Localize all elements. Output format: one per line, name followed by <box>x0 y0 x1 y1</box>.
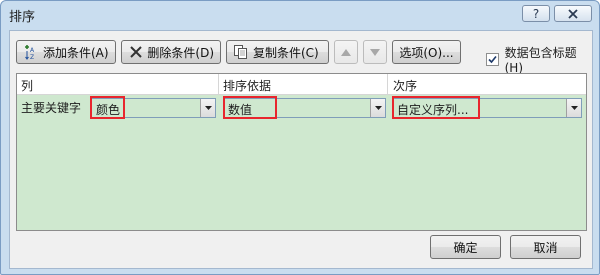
add-level-icon: A Z <box>23 44 39 60</box>
dialog-title: 排序 <box>9 10 36 25</box>
question-mark-icon: ? <box>532 6 540 21</box>
highlight-box-order <box>392 96 480 119</box>
sort-levels-grid: 列 排序依据 次序 主要关键字 颜色 数值 自定义序列... <box>16 73 587 231</box>
options-label: 选项(O)... <box>399 45 454 60</box>
x-delete-icon <box>128 44 143 60</box>
options-button[interactable]: 选项(O)... <box>392 40 461 64</box>
column-divider <box>387 74 388 94</box>
copy-level-label: 复制条件(C) <box>253 45 319 60</box>
triangle-down-icon <box>370 45 380 59</box>
cancel-button[interactable]: 取消 <box>510 235 581 259</box>
row-label: 主要关键字 <box>21 101 82 115</box>
triangle-up-icon <box>341 45 351 59</box>
move-up-button[interactable] <box>334 40 358 64</box>
dialog-body: A Z 添加条件(A) 删除条件(D) 复制条件(C) 选项(O)... 数据包… <box>9 30 593 269</box>
grid-header: 列 排序依据 次序 <box>17 74 586 95</box>
header-checkbox-row[interactable]: 数据包含标题(H) <box>486 44 592 75</box>
column-header-column: 列 <box>21 79 34 93</box>
grid-body: 主要关键字 颜色 数值 自定义序列... <box>17 95 586 230</box>
ok-button[interactable]: 确定 <box>430 235 501 259</box>
svg-text:A: A <box>30 47 35 54</box>
ok-label: 确定 <box>453 240 478 255</box>
title-bar: 排序 ? <box>1 1 599 30</box>
chevron-down-icon[interactable] <box>200 99 215 117</box>
delete-level-label: 删除条件(D) <box>147 45 214 60</box>
sort-dialog: 排序 ? A Z 添加条件(A) 删除条件(D) 复制条件(C) 选项(O)..… <box>0 0 600 275</box>
copy-level-button[interactable]: 复制条件(C) <box>226 40 329 64</box>
cancel-label: 取消 <box>533 240 558 255</box>
column-divider <box>218 74 219 94</box>
column-header-sort-on: 排序依据 <box>223 79 272 93</box>
close-button[interactable] <box>554 5 592 22</box>
close-icon <box>568 8 578 19</box>
chevron-down-icon[interactable] <box>370 99 385 117</box>
highlight-box-sort-on <box>223 96 277 119</box>
help-button[interactable]: ? <box>522 5 550 22</box>
chevron-down-icon[interactable] <box>566 99 581 117</box>
delete-level-button[interactable]: 删除条件(D) <box>121 40 221 64</box>
highlight-box-column <box>90 96 125 119</box>
svg-text:Z: Z <box>30 54 34 60</box>
header-checkbox[interactable] <box>486 53 499 66</box>
column-header-order: 次序 <box>393 79 418 93</box>
header-checkbox-label: 数据包含标题(H) <box>504 46 577 75</box>
add-level-label: 添加条件(A) <box>43 45 109 60</box>
add-level-button[interactable]: A Z 添加条件(A) <box>16 40 116 64</box>
move-down-button[interactable] <box>363 40 387 64</box>
copy-icon <box>233 44 249 60</box>
